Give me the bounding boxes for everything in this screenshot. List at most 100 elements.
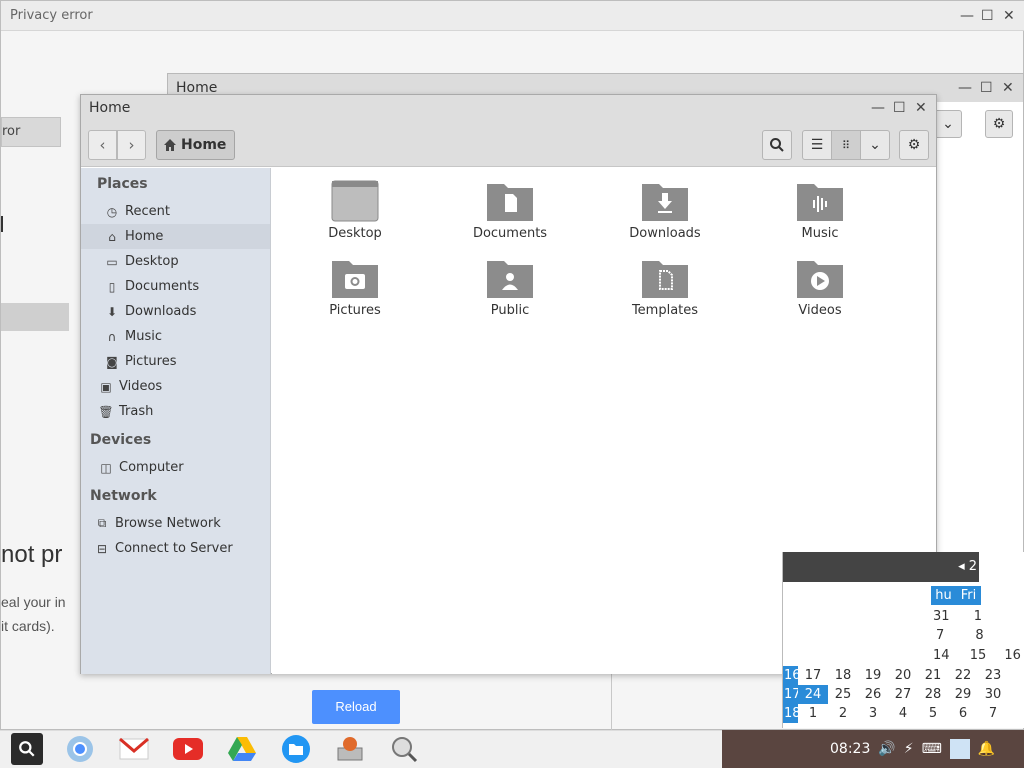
folder-videos[interactable]: Videos: [765, 257, 875, 318]
folder-downloads[interactable]: Downloads: [610, 180, 720, 241]
calendar-day[interactable]: 4: [888, 704, 918, 723]
calendar-day[interactable]: 5: [918, 704, 948, 723]
minimize-icon[interactable]: —: [960, 1, 974, 31]
sidebar-item-videos[interactable]: ▣ Videos: [81, 374, 270, 399]
calendar-day[interactable]: 6: [948, 704, 978, 723]
settings-button[interactable]: ⚙: [985, 110, 1013, 138]
list-view-button[interactable]: ☰: [802, 130, 832, 160]
calendar-day[interactable]: 1: [974, 609, 982, 624]
power-icon[interactable]: ⚡: [904, 741, 914, 757]
calendar-day[interactable]: 21: [918, 666, 948, 685]
user-avatar[interactable]: [949, 739, 970, 759]
sidebar-item-pictures[interactable]: ◙ Pictures: [81, 349, 270, 374]
close-icon[interactable]: ✕: [1002, 74, 1014, 102]
sidebar-item-browse-network[interactable]: ⧉ Browse Network: [81, 511, 270, 536]
clock-time[interactable]: 08:23: [830, 741, 870, 757]
calendar-day[interactable]: 19: [858, 666, 888, 685]
gear-icon: ⚙: [992, 116, 1006, 132]
calendar-day[interactable]: 3: [858, 704, 888, 723]
calendar-day[interactable]: 7: [978, 704, 1008, 723]
search-button[interactable]: [762, 130, 792, 160]
calendar-day[interactable]: 2: [828, 704, 858, 723]
calendar-day[interactable]: 22: [948, 666, 978, 685]
calendar-day[interactable]: 15: [970, 648, 987, 663]
sidebar-item-downloads[interactable]: ⬇ Downloads: [81, 299, 270, 324]
view-options-button[interactable]: ⌄: [860, 130, 890, 160]
calendar-day[interactable]: 16: [1004, 648, 1021, 663]
maximize-icon[interactable]: ☐: [980, 74, 993, 102]
system-tray[interactable]: 08:23 🔊 ⚡ ⌨ 🔔: [722, 730, 1024, 768]
close-icon[interactable]: ✕: [1003, 1, 1015, 31]
calendar-day[interactable]: 7: [936, 628, 944, 643]
maximize-icon[interactable]: ☐: [981, 1, 994, 31]
sidebar-item-label: Home: [125, 229, 164, 244]
launcher-search-button[interactable]: [11, 733, 43, 765]
calendar-day[interactable]: 8: [975, 628, 983, 643]
minimize-icon[interactable]: —: [958, 74, 972, 102]
view-dropdown-button[interactable]: ⌄: [934, 110, 962, 138]
calendar-day[interactable]: 1: [798, 704, 828, 723]
minimize-icon[interactable]: —: [871, 95, 885, 121]
youtube-icon: [173, 738, 203, 760]
sidebar-item-music[interactable]: ∩ Music: [81, 324, 270, 349]
calendar-day[interactable]: 18: [828, 666, 858, 685]
close-icon[interactable]: ✕: [915, 95, 927, 121]
forward-button[interactable]: ›: [117, 130, 146, 160]
calendar-day[interactable]: 31: [933, 609, 950, 624]
gmail-app[interactable]: [118, 733, 150, 765]
youtube-app[interactable]: [172, 733, 204, 765]
files-app[interactable]: [280, 733, 312, 765]
calendar-day[interactable]: 25: [828, 685, 858, 704]
maximize-icon[interactable]: ☐: [893, 95, 906, 121]
path-home-button[interactable]: Home: [156, 130, 236, 160]
search-tool-app[interactable]: [388, 733, 420, 765]
home-icon: [164, 139, 176, 151]
calendar-month-nav[interactable]: ◂ 2: [958, 559, 977, 574]
chrome-app[interactable]: [64, 733, 96, 765]
divider: [611, 673, 612, 731]
sidebar-item-trash[interactable]: 🗑 Trash: [81, 399, 270, 424]
sidebar-item-connect-server[interactable]: ⊟ Connect to Server: [81, 536, 270, 561]
folder-pictures[interactable]: Pictures: [300, 257, 410, 318]
back-button[interactable]: ‹: [88, 130, 117, 160]
chevron-left-icon: ‹: [99, 136, 106, 154]
reload-button[interactable]: Reload: [312, 690, 400, 724]
drive-app[interactable]: [226, 733, 258, 765]
server-icon: ⊟: [96, 541, 108, 556]
calendar-day[interactable]: 23: [978, 666, 1008, 685]
calendar-day[interactable]: 30: [978, 685, 1008, 704]
folder-desktop[interactable]: Desktop: [300, 180, 410, 241]
calendar-day[interactable]: 28: [918, 685, 948, 704]
volume-icon[interactable]: 🔊: [878, 741, 895, 757]
settings-button[interactable]: ⚙: [899, 130, 929, 160]
sidebar-item-computer[interactable]: ◫ Computer: [81, 455, 270, 480]
folder-label: Templates: [631, 303, 699, 318]
grid-view-button[interactable]: ⠿: [831, 130, 861, 160]
calendar-day[interactable]: 26: [858, 685, 888, 704]
sidebar-item-label: Browse Network: [115, 516, 221, 531]
folder-label: Music: [801, 226, 839, 241]
notification-icon[interactable]: 🔔: [978, 741, 995, 757]
calendar-day[interactable]: 14: [933, 648, 950, 663]
calendar-day[interactable]: 20: [888, 666, 918, 685]
sidebar-item-label: Downloads: [125, 304, 197, 319]
sidebar-item-documents[interactable]: ▯ Documents: [81, 274, 270, 299]
folder-public[interactable]: Public: [455, 257, 565, 318]
keyboard-icon[interactable]: ⌨: [922, 741, 942, 757]
calendar-day[interactable]: 29: [948, 685, 978, 704]
folder-music[interactable]: Music: [765, 180, 875, 241]
week-number: 16: [783, 666, 801, 685]
music-folder-icon: [797, 184, 843, 221]
calendar-day[interactable]: 27: [888, 685, 918, 704]
background-stripe: [1, 303, 69, 331]
sidebar-item-recent[interactable]: ◷ Recent: [81, 199, 270, 224]
sidebar-item-home[interactable]: ⌂ Home: [81, 224, 270, 249]
folder-templates[interactable]: Templates: [610, 257, 720, 318]
error-line2: it cards).: [1, 618, 55, 634]
calendar-day[interactable]: 17: [798, 666, 828, 685]
sidebar-item-desktop[interactable]: ▭ Desktop: [81, 249, 270, 274]
calendar-today[interactable]: 24: [798, 685, 828, 704]
folder-documents[interactable]: Documents: [455, 180, 565, 241]
calendar-header: ◂ 2: [783, 552, 979, 582]
package-app[interactable]: [334, 733, 366, 765]
